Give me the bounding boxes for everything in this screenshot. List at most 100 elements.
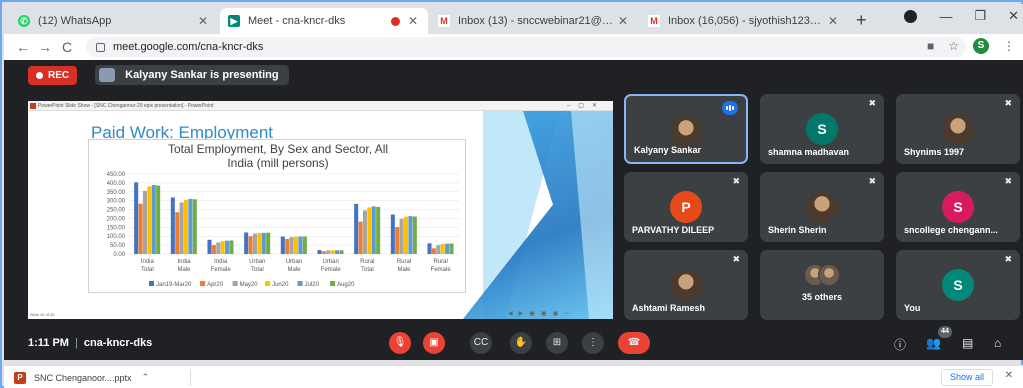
mic-off-icon: ✖ [868,98,876,108]
participant-name: 35 others [801,292,843,302]
bar-aug20 [192,199,197,254]
profile-indicator-icon[interactable] [904,9,918,23]
meeting-details-icon[interactable]: ⓘ [894,336,906,353]
participant-tile[interactable]: Sshamna madhavan ✖ [760,94,884,164]
bar-apr20 [248,236,253,254]
close-window-icon[interactable]: ✕ [1008,8,1019,24]
profile-avatar[interactable]: S [973,38,989,54]
tab-meet[interactable]: ▶ Meet - cna-kncr-dks ✕ [220,8,428,34]
x-tick-label: Rural [397,259,411,265]
bar-may20 [142,190,147,254]
mic-off-icon: ✖ [1004,254,1012,264]
tab-whatsapp[interactable]: ✆ (12) WhatsApp ✕ [10,8,218,34]
camera-icon[interactable]: ■ [927,39,934,53]
participant-tile[interactable]: Ssncollege chengann... ✖ [896,172,1020,242]
present-screen-button[interactable]: ⊞ [546,332,568,354]
raise-hand-button[interactable]: ✋ [510,332,532,354]
bar-jan19-mar20 [170,197,175,254]
participant-tile[interactable]: 35 others [760,250,884,320]
bar-aug20 [449,243,454,254]
close-tab-icon[interactable]: ✕ [826,14,840,28]
mic-off-icon: ✖ [868,176,876,186]
participant-name: sncollege chengann... [904,225,999,235]
bar-jan19-mar20 [280,236,285,254]
show-all-button[interactable]: Show all [940,369,993,386]
leave-call-button[interactable]: ☎ [618,332,650,354]
participant-name: You [904,303,921,313]
bar-apr20 [431,248,436,254]
bar-aug20 [339,250,344,254]
participant-tile[interactable]: Ashtami Ramesh ✖ [624,250,748,320]
avatar-photo [670,115,702,147]
bookmark-star-icon[interactable]: ☆ [948,39,959,53]
legend-swatch [297,281,303,286]
new-tab-button[interactable]: + [850,10,875,34]
close-tab-icon[interactable]: ✕ [196,14,210,28]
menu-icon[interactable]: ⋮ [1003,39,1015,53]
people-icon[interactable]: 👥 [926,336,941,350]
legend-label: Aug20 [337,282,355,288]
tab-gmail-2[interactable]: M Inbox (16,056) - sjyothish123@g ✕ [640,8,848,34]
bar-jul20 [188,198,193,254]
legend-swatch [330,281,336,286]
captions-button[interactable]: CC [470,332,492,354]
bar-jul20 [371,206,376,254]
bar-jan19-mar20 [354,203,359,254]
participant-tile[interactable]: Shynims 1997 ✖ [896,94,1020,164]
x-tick-label: Female [211,267,232,273]
minimize-icon[interactable]: — [939,9,952,24]
legend-swatch [200,281,206,286]
close-tab-icon[interactable]: ✕ [406,14,420,28]
participant-tile[interactable]: Sherin Sherin ✖ [760,172,884,242]
legend-swatch [232,281,238,286]
y-tick-label: 300.00 [107,199,126,205]
chevron-up-icon[interactable]: ⌃ [142,372,150,383]
avatar: S [942,191,974,223]
avatar-photo [942,113,974,145]
participant-name: Shynims 1997 [904,147,965,157]
participant-tile[interactable]: Kalyany Sankar [624,94,748,164]
close-tab-icon[interactable]: ✕ [616,14,630,28]
address-bar[interactable]: meet.google.com/cna-kncr-dks [86,37,966,57]
bar-jul20 [445,243,450,254]
more-options-button[interactable]: ⋮ [582,332,604,354]
ppt-window-controls: –▢✕ [566,103,605,109]
presenter-thumbnail [99,68,116,82]
chat-icon[interactable]: ▤ [962,336,973,350]
x-tick-label: India [141,259,155,265]
bar-may20 [289,237,294,254]
forward-icon[interactable]: → [34,39,56,55]
recording-bar: REC Kalyany Sankar is presenting [4,60,1023,90]
maximize-icon[interactable]: ❐ [974,8,986,24]
bar-apr20 [321,251,326,254]
participant-name: shamna madhavan [768,147,850,157]
browser-window: ✆ (12) WhatsApp ✕ ▶ Meet - cna-kncr-dks … [0,0,1023,388]
gmail-icon: M [648,15,660,27]
rec-badge[interactable]: REC [28,65,78,85]
tab-gmail-1[interactable]: M Inbox (13) - snccwebinar21@gm ✕ [430,8,638,34]
x-tick-label: Rural [360,259,374,265]
legend-label: May20 [240,282,259,288]
participant-tile[interactable]: S You ✖ [896,250,1020,320]
download-item[interactable]: P SNC Chenganoor....pptx ⌃ [14,369,149,386]
reload-icon[interactable]: C [56,39,78,55]
back-icon[interactable]: ← [12,39,34,55]
activities-icon[interactable]: ⌂ [994,336,1001,350]
close-shelf-icon[interactable]: ✕ [1005,370,1013,381]
bar-apr20 [211,245,216,254]
bar-jul20 [298,236,303,254]
avatar: S [806,113,838,145]
x-tick-label: Total [361,267,374,273]
meeting-info: 1:11 PM | cna-kncr-dks [28,337,153,349]
meeting-code: cna-kncr-dks [83,337,153,349]
camera-off-button[interactable]: ▣ [423,332,445,354]
bar-aug20 [412,216,417,254]
y-tick-label: 450.00 [107,172,126,178]
mic-off-icon: ✖ [732,254,740,264]
x-tick-label: Female [431,267,452,273]
x-tick-label: Female [321,267,342,273]
microphone-off-button[interactable]: 🎙 [389,332,411,354]
speaking-indicator-icon [722,101,738,115]
participant-tile[interactable]: P PARVATHY DILEEP ✖ [624,172,748,242]
recording-indicator-icon [391,16,400,26]
